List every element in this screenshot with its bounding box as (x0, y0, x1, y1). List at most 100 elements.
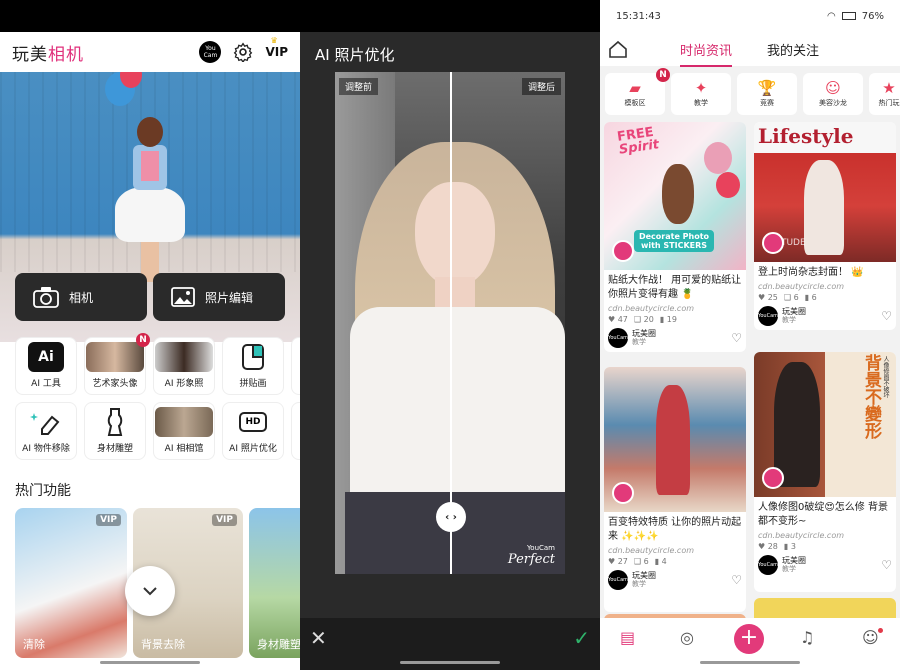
hot-card-caption: 背景去除 (141, 638, 185, 651)
app-title: 玩美相机 (12, 40, 84, 65)
tool-partial[interactable] (291, 402, 300, 460)
scroll-down-button[interactable] (125, 566, 175, 616)
camera-icon (612, 482, 634, 504)
tool-ai-studio[interactable]: AI 相相馆 (153, 402, 215, 460)
app-title-part2: 相机 (48, 44, 84, 65)
card-source: cdn.beautycircle.com (758, 282, 845, 291)
photo-enhance-screen: AI 照片优化 ‹ › 调整前 调整后 YouCam Perfect ✕ ✓ (300, 0, 600, 670)
camera-button-label: 相机 (69, 290, 94, 305)
after-label: 调整后 (521, 78, 561, 95)
tab-my-following[interactable]: 我的关注 (767, 40, 819, 59)
status-bar: 15:31:43 ◠ 76% (600, 0, 900, 32)
fashion-feed-screen: 15:31:43 ◠ 76% 时尚资讯 我的关注 ▰ 模板区 N ✦ 教学 🏆 … (600, 0, 900, 670)
tool-label: AI 相相馆 (164, 444, 204, 454)
tool-label: AI 形象照 (164, 379, 204, 389)
heart-icon[interactable]: ♡ (881, 309, 892, 323)
photo-edit-button[interactable]: 照片编辑 (153, 273, 285, 321)
chip-tutorial[interactable]: ✦ 教学 (671, 73, 731, 115)
heart-icon[interactable]: ♡ (731, 573, 742, 587)
page-title: AI 照片优化 (315, 46, 395, 64)
gear-icon[interactable] (233, 42, 253, 62)
tool-label: 艺术家头像 (92, 379, 138, 389)
camera-icon (762, 232, 784, 254)
camera-button[interactable]: 相机 (15, 273, 147, 321)
tool-ai-object-removal[interactable]: AI 物件移除 (15, 402, 77, 460)
compare-divider[interactable] (450, 72, 452, 574)
add-post-button[interactable]: + (734, 624, 764, 654)
feed-card[interactable]: FREE Spirit Decorate Photo with STICKERS … (604, 122, 746, 352)
vip-button[interactable]: VIP (265, 36, 288, 59)
hot-card-caption: 身材雕塑 (257, 638, 300, 651)
new-badge: N (136, 333, 150, 347)
hero-model-image (115, 117, 185, 287)
confirm-icon[interactable]: ✓ (573, 626, 590, 650)
home-indicator (400, 661, 500, 664)
status-bar (300, 0, 600, 32)
poster-subtitle: 人像修图不破坏 (882, 356, 889, 398)
card-author: YouCam 玩美圈 教学 ♡ (757, 306, 892, 326)
tool-ai-portrait[interactable]: AI 形象照 (153, 337, 215, 395)
card-stats: ♥ 47 ❑ 20 ▮ 19 (608, 315, 677, 324)
youcam-logo-button[interactable]: You Cam (199, 41, 222, 63)
feed-card-partial[interactable] (754, 598, 896, 618)
card-title: 登上时尚杂志封面！ 👑 (758, 267, 864, 278)
status-bar (0, 0, 300, 32)
card-image: 人像修图不破坏 背景不變形 (754, 352, 896, 497)
image-icon (171, 287, 195, 307)
heart-icon[interactable]: ♡ (731, 331, 742, 345)
feed-icon[interactable]: ▤ (620, 628, 635, 647)
tool-partial[interactable] (291, 337, 300, 395)
hot-card-remove[interactable]: VIP 清除 (15, 508, 127, 658)
bell-icon[interactable]: ♫ (800, 628, 814, 647)
chip-templates[interactable]: ▰ 模板区 N (605, 68, 670, 115)
category-chips: ▰ 模板区 N ✦ 教学 🏆 竞赛 ☺ 美容沙龙 ★ 热门玩 (605, 68, 900, 117)
profile-icon[interactable]: ☺ (862, 628, 879, 647)
feed-card[interactable]: Lifestyle ATTITUDE 登上时尚杂志封面！ 👑 cdn.beaut… (754, 122, 896, 330)
trophy-icon: 🏆 (757, 79, 777, 97)
chip-hot[interactable]: ★ 热门玩 (869, 73, 900, 115)
tool-artist-avatar[interactable]: 艺术家头像 N (84, 333, 150, 395)
before-label: 调整前 (339, 78, 379, 95)
status-time: 15:31:43 (616, 10, 661, 22)
eraser-icon (30, 413, 60, 435)
chip-label: 模板区 (624, 99, 646, 107)
card-stats: ♥ 27 ❑ 6 ▮ 4 (608, 557, 667, 566)
poster-title: 背景不變形 (861, 354, 881, 439)
heart-icon[interactable]: ♡ (881, 558, 892, 572)
portrait-thumb (86, 342, 144, 372)
top-nav: 时尚资讯 我的关注 (600, 32, 900, 67)
tool-ai-photo-enhance[interactable]: HD AI 照片优化 (222, 402, 284, 460)
salon-icon: ☺ (825, 79, 841, 97)
compare-handle[interactable]: ‹ › (436, 502, 466, 532)
hot-card-body-sculpt[interactable]: 身材雕塑 (249, 508, 300, 658)
tool-ai-tools[interactable]: Ai AI 工具 (15, 337, 77, 395)
ai-icon: Ai (28, 342, 64, 372)
star-icon: ★ (882, 79, 896, 97)
feed-card[interactable]: 百变特效特质 让你的照片动起来 ✨✨✨ cdn.beautycircle.com… (604, 367, 746, 612)
close-icon[interactable]: ✕ (310, 628, 330, 648)
tool-collage[interactable]: 拼贴画 (222, 337, 284, 395)
tab-fashion-news[interactable]: 时尚资讯 (680, 40, 733, 67)
home-icon[interactable] (608, 40, 628, 58)
card-image: FREE Spirit Decorate Photo with STICKERS (604, 122, 746, 270)
before-after-compare[interactable]: ‹ › 调整前 调整后 YouCam Perfect (335, 72, 565, 574)
vip-badge: VIP (212, 514, 237, 526)
avatar: YouCam (608, 328, 628, 348)
card-stats: ♥ 25 ❑ 6 ▮ 6 (758, 293, 817, 302)
camera-home-screen: 玩美相机 You Cam VIP 相机 照片编辑 Ai AI 工具 艺术家头像 … (0, 0, 300, 670)
avatar: YouCam (758, 306, 778, 326)
sticker-text: FREE Spirit (616, 124, 660, 158)
chip-contest[interactable]: 🏆 竞赛 (737, 73, 797, 115)
battery-level: 76% (861, 10, 884, 22)
card-source: cdn.beautycircle.com (608, 304, 695, 313)
chip-label: 热门玩 (878, 99, 900, 107)
chip-beauty-salon[interactable]: ☺ 美容沙龙 (803, 73, 863, 115)
vip-badge: VIP (96, 514, 121, 526)
compass-icon[interactable]: ◎ (680, 628, 694, 647)
battery-icon (841, 12, 856, 20)
chevron-down-icon (143, 587, 157, 596)
feed-card[interactable]: 人像修图不破坏 背景不變形 人像修图0破绽😍怎么修 背景都不变形~ cdn.be… (754, 352, 896, 592)
tool-body-sculpt[interactable]: 身材雕塑 (84, 402, 146, 460)
card-source: cdn.beautycircle.com (758, 531, 845, 540)
magazine-title: Lifestyle (758, 124, 854, 148)
